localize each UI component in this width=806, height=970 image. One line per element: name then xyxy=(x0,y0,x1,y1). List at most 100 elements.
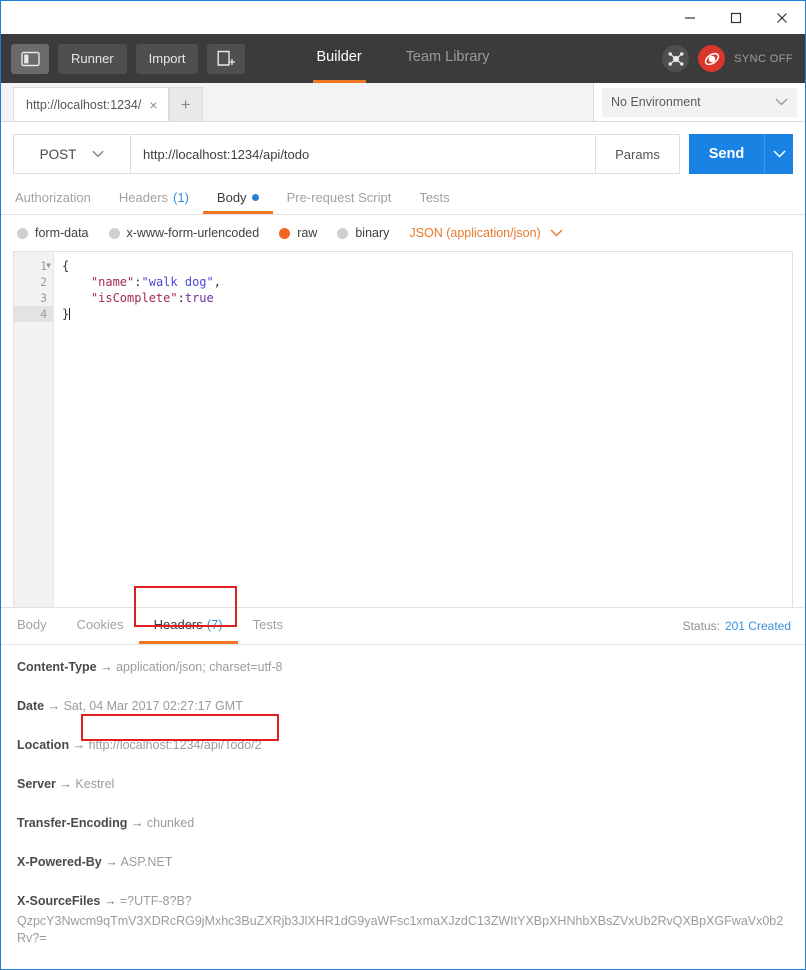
import-label: Import xyxy=(148,51,186,66)
editor-code-area[interactable]: { "name":"walk dog", "isComplete":true } xyxy=(54,252,792,607)
send-options-button[interactable] xyxy=(764,134,793,174)
header-row: Server → Kestrel xyxy=(17,776,789,793)
body-type-form-data[interactable]: form-data xyxy=(17,226,89,240)
runner-button[interactable]: Runner xyxy=(58,43,127,74)
radio-icon xyxy=(337,227,349,239)
body-type-form-data-label: form-data xyxy=(35,226,89,240)
fold-arrow-icon[interactable]: ▼ xyxy=(46,258,51,274)
header-name: X-Powered-By xyxy=(17,855,102,869)
response-tab-body[interactable]: Body xyxy=(13,608,62,644)
request-tab-headers-label: Headers xyxy=(118,190,169,205)
maximize-button[interactable] xyxy=(713,1,759,34)
import-button[interactable]: Import xyxy=(135,43,199,74)
status-badge: 201 Created xyxy=(724,619,791,633)
editor-gutter: 1 ▼ 2 3 4 xyxy=(14,252,54,607)
url-input[interactable]: http://localhost:1234/api/todo xyxy=(131,134,596,174)
add-tab-button[interactable]: + xyxy=(168,87,203,121)
header-value: chunked xyxy=(146,816,195,830)
request-tab-strip: http://localhost:1234/ × + No Environmen… xyxy=(1,83,805,122)
request-body-editor[interactable]: 1 ▼ 2 3 4 { "name":"walk dog", "isComple… xyxy=(13,251,793,607)
request-tab-label: http://localhost:1234/ xyxy=(26,97,142,112)
request-tab-body[interactable]: Body xyxy=(202,184,273,214)
header-arrow-icon: → xyxy=(130,816,144,830)
request-tab-prerequest-label: Pre-request Script xyxy=(286,190,392,205)
url-value: http://localhost:1234/api/todo xyxy=(143,146,310,162)
tab-builder-label: Builder xyxy=(316,49,362,65)
request-tab-tests[interactable]: Tests xyxy=(405,184,463,214)
response-tab-headers-label: Headers xyxy=(153,617,203,632)
code-token: { xyxy=(62,259,70,273)
body-type-raw[interactable]: raw xyxy=(279,226,317,240)
minimize-icon xyxy=(685,16,695,19)
code-token: : xyxy=(134,275,142,289)
environment-select[interactable]: No Environment xyxy=(602,87,797,117)
chevron-down-icon xyxy=(92,150,104,158)
environment-area: No Environment xyxy=(593,83,805,121)
line-number: 3 xyxy=(40,291,47,305)
header-name: Server xyxy=(17,777,56,791)
header-arrow-icon: → xyxy=(103,894,117,908)
close-button[interactable] xyxy=(759,1,805,34)
close-icon xyxy=(777,12,787,23)
sidebar-toggle-button[interactable] xyxy=(11,43,49,74)
request-tab-authorization[interactable]: Authorization xyxy=(13,184,105,214)
minimize-button[interactable] xyxy=(667,1,713,34)
response-tab-headers[interactable]: Headers (7) xyxy=(138,608,238,644)
network-button[interactable] xyxy=(662,45,690,72)
url-bar: POST http://localhost:1234/api/todo Para… xyxy=(1,122,805,174)
header-row: Transfer-Encoding → chunked xyxy=(17,815,789,832)
network-icon xyxy=(668,51,684,66)
response-headers-list: Content-Type → application/json; charset… xyxy=(1,645,805,947)
header-name: Content-Type xyxy=(17,660,97,674)
content-type-select[interactable]: JSON (application/json) xyxy=(409,226,563,240)
tab-team-library-label: Team Library xyxy=(405,49,490,65)
toolbar-right-group: SYNC OFF xyxy=(662,45,805,72)
chevron-down-icon xyxy=(772,150,786,158)
runner-label: Runner xyxy=(71,51,114,66)
response-tab-cookies[interactable]: Cookies xyxy=(62,608,139,644)
header-value: application/json; charset=utf-8 xyxy=(116,660,283,674)
code-token: } xyxy=(62,307,70,321)
response-tab-cookies-label: Cookies xyxy=(76,617,124,632)
body-type-binary[interactable]: binary xyxy=(337,226,389,240)
tab-team-library[interactable]: Team Library xyxy=(402,34,494,83)
sync-button[interactable] xyxy=(698,45,726,72)
app-toolbar: Runner Import Builder Team Library SYNC … xyxy=(1,34,805,83)
response-headers-count: (7) xyxy=(206,617,223,632)
params-label: Params xyxy=(615,146,660,162)
send-button[interactable]: Send xyxy=(689,134,764,174)
request-tab-prerequest-script[interactable]: Pre-request Script xyxy=(273,184,406,214)
header-value-continued: QzpcY3Nwcm9qTmV3XDRcRG9jMxhc3BuZXRjb3JlX… xyxy=(17,914,784,945)
new-request-button[interactable] xyxy=(207,43,246,74)
code-token: : xyxy=(177,291,185,305)
tab-builder[interactable]: Builder xyxy=(312,34,366,83)
response-tab-body-label: Body xyxy=(17,617,47,632)
toolbar-left-group: Runner Import xyxy=(1,43,246,74)
status-label: Status: xyxy=(682,619,720,633)
code-token: true xyxy=(184,291,214,305)
params-button[interactable]: Params xyxy=(596,134,680,174)
tab-close-icon[interactable]: × xyxy=(149,98,157,112)
request-tab[interactable]: http://localhost:1234/ × xyxy=(13,87,169,121)
body-type-urlencoded[interactable]: x-www-form-urlencoded xyxy=(108,226,259,240)
response-tabs: Body Cookies Headers (7) Tests Status: 2… xyxy=(1,608,805,645)
status-area: Status: 201 Created xyxy=(683,608,805,644)
code-token: "name" xyxy=(90,275,135,289)
header-arrow-icon: → xyxy=(100,660,113,674)
code-token: , xyxy=(213,275,221,289)
request-tab-tests-label: Tests xyxy=(419,190,450,205)
method-select[interactable]: POST xyxy=(13,134,131,174)
response-tab-tests[interactable]: Tests xyxy=(238,608,298,644)
header-arrow-icon: → xyxy=(59,777,72,791)
line-number: 1 ▼ xyxy=(40,258,51,274)
radio-selected-icon xyxy=(279,227,291,239)
request-detail-tabs: Authorization Headers (1) Body Pre-reque… xyxy=(1,184,805,215)
header-value: Sat, 04 Mar 2017 02:27:17 GMT xyxy=(63,699,243,713)
line-number: 4 xyxy=(14,306,53,322)
header-row: Date → Sat, 04 Mar 2017 02:27:17 GMT xyxy=(17,698,789,715)
maximize-icon xyxy=(730,12,742,23)
request-tab-headers[interactable]: Headers (1) xyxy=(105,184,203,214)
header-name: X-SourceFiles xyxy=(17,894,101,908)
send-group: Send xyxy=(689,134,793,174)
